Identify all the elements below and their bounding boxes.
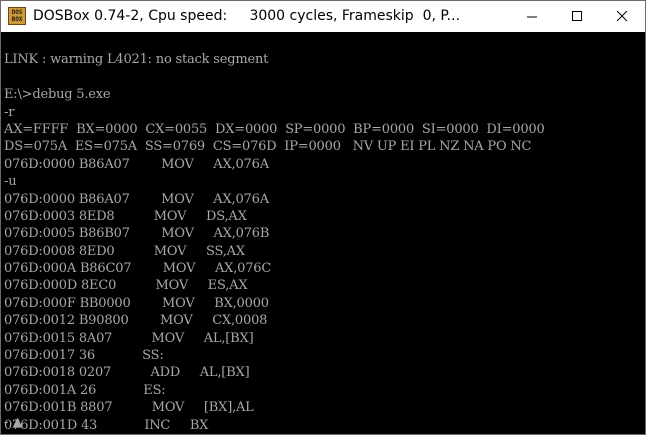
console-line: 076D:001B 8807 MOV [BX],AL	[4, 400, 254, 416]
app-icon-text-top: DOS	[11, 9, 23, 16]
console-line: 076D:0003 8ED8 MOV DS,AX	[4, 208, 247, 224]
console-line: 076D:0005 B86B07 MOV AX,076B	[4, 226, 270, 242]
dosbox-window: DOS BOX DOSBox 0.74-2, Cpu speed: 3000 c…	[0, 0, 646, 435]
dosbox-app-icon[interactable]: DOS BOX	[8, 7, 26, 25]
console-line: 076D:0000 B86A07 MOV AX,076A	[4, 156, 269, 172]
console-line: 076D:0017 36 SS:	[4, 348, 164, 364]
console-line: 076D:0000 B86A07 MOV AX,076A	[4, 191, 269, 207]
console-line: 076D:001A 26 ES:	[4, 382, 166, 398]
maximize-icon	[572, 11, 582, 21]
minimize-icon	[527, 16, 537, 18]
console-line: -r	[4, 104, 15, 120]
close-icon	[617, 11, 628, 22]
console-line: 076D:001D 43 INC BX	[4, 417, 209, 433]
console-line: AX=FFFF BX=0000 CX=0055 DX=0000 SP=0000 …	[4, 121, 545, 137]
console-line: 076D:0018 0207 ADD AL,[BX]	[4, 365, 250, 381]
console-line: -u	[4, 174, 17, 190]
console-line: 076D:000F BB0000 MOV BX,0000	[4, 295, 269, 311]
console-line: 076D:0015 8A07 MOV AL,[BX]	[4, 330, 254, 346]
console-line: E:\>debug 5.exe	[4, 87, 111, 103]
console-line: LINK : warning L4021: no stack segment	[4, 52, 269, 68]
console-line: 076D:0008 8ED0 MOV SS,AX	[4, 243, 245, 259]
command-prompt[interactable]: - ▲	[4, 414, 23, 431]
console-line: 076D:000A B86C07 MOV AX,076C	[4, 261, 272, 277]
app-icon-text-bottom: BOX	[11, 16, 23, 23]
title-bar[interactable]: DOS BOX DOSBox 0.74-2, Cpu speed: 3000 c…	[1, 1, 645, 32]
console-line: 076D:000D 8EC0 MOV ES,AX	[4, 278, 248, 294]
console-screen[interactable]: LINK : warning L4021: no stack segment E:…	[1, 32, 645, 434]
maximize-button[interactable]	[555, 1, 600, 32]
console-line: 076D:0012 B90800 MOV CX,0008	[4, 313, 268, 329]
close-button[interactable]	[600, 1, 645, 32]
minimize-button[interactable]	[510, 1, 555, 32]
console-output: LINK : warning L4021: no stack segment E:…	[4, 34, 545, 434]
console-line: DS=075A ES=075A SS=0769 CS=076D IP=0000 …	[4, 139, 532, 155]
window-title: DOSBox 0.74-2, Cpu speed: 3000 cycles, F…	[33, 8, 461, 24]
